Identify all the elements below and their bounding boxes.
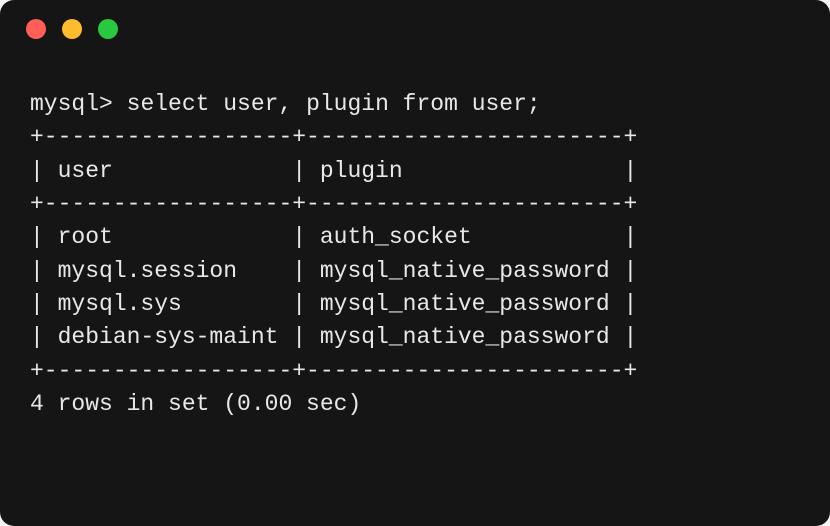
sql-query: select user, plugin from user;: [127, 91, 541, 117]
result-footer: 4 rows in set (0.00 sec): [30, 391, 361, 417]
terminal-window: mysql> select user, plugin from user; +-…: [0, 0, 830, 526]
close-icon[interactable]: [26, 19, 46, 39]
maximize-icon[interactable]: [98, 19, 118, 39]
titlebar: [0, 0, 830, 58]
table-border-mid: +------------------+--------------------…: [30, 191, 637, 217]
table-border-bottom: +------------------+--------------------…: [30, 358, 637, 384]
minimize-icon[interactable]: [62, 19, 82, 39]
terminal-output: mysql> select user, plugin from user; +-…: [0, 58, 830, 451]
table-header-row: | user | plugin |: [30, 158, 637, 184]
prompt: mysql>: [30, 91, 113, 117]
table-data-rows: | root | auth_socket | | mysql.session |…: [30, 224, 637, 350]
table-border-top: +------------------+--------------------…: [30, 124, 637, 150]
